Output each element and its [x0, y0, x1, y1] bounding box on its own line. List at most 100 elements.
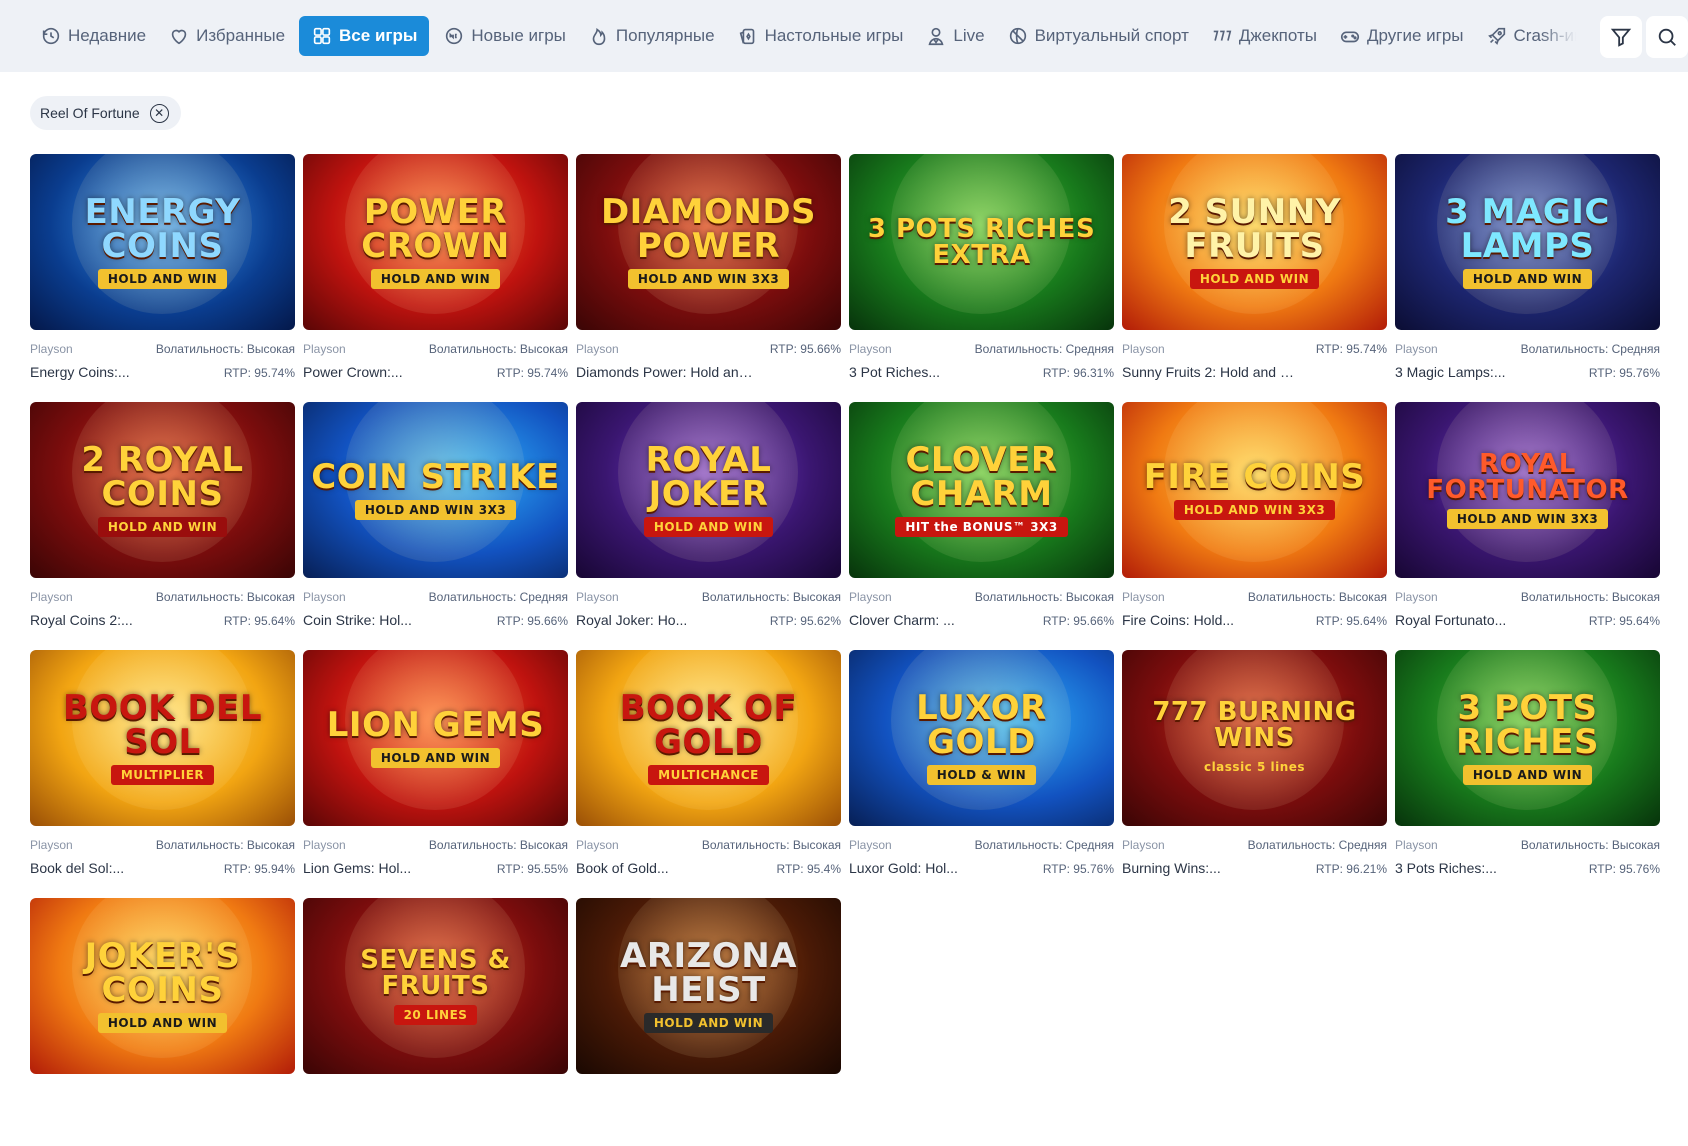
tab-gamepad[interactable]: Другие игры: [1331, 16, 1472, 56]
game-thumbnail[interactable]: ROYAL JOKER HOLD AND WIN: [576, 402, 841, 578]
game-name[interactable]: Sunny Fruits 2: Hold and Win: [1122, 364, 1302, 380]
game-art-title: LION GEMS: [326, 705, 545, 745]
game-name[interactable]: Fire Coins: Hold...: [1122, 612, 1234, 628]
game-thumbnail[interactable]: ROYAL FORTUNATOR HOLD AND WIN 3X3: [1395, 402, 1660, 578]
game-provider: Playson: [303, 342, 346, 356]
game-name[interactable]: Power Crown:...: [303, 364, 403, 380]
tab-rocket[interactable]: Crash-игры: [1478, 16, 1593, 56]
game-card[interactable]: BOOK OF GOLD MULTICHANCE Playson Волатильно…: [576, 650, 841, 898]
game-thumbnail[interactable]: 777 BURNING WINS classic 5 lines: [1122, 650, 1387, 826]
game-thumbnail[interactable]: ARIZONA HEIST HOLD AND WIN: [576, 898, 841, 1074]
game-thumbnail[interactable]: JOKER'S COINS HOLD AND WIN: [30, 898, 295, 1074]
game-card[interactable]: 2 ROYAL COINS HOLD AND WIN Playson Волатиль…: [30, 402, 295, 650]
game-rtp: RTP: 95.76%: [1588, 366, 1660, 380]
game-thumbnail[interactable]: 3 POTS RICHES HOLD AND WIN: [1395, 650, 1660, 826]
game-provider: Playson: [1395, 838, 1438, 852]
tab-flame[interactable]: Популярные: [580, 16, 723, 56]
tab-new-badge[interactable]: Новые игры: [435, 16, 574, 56]
game-art-subtitle: HOLD AND WIN 3X3: [354, 500, 517, 520]
game-art-subtitle: HOLD AND WIN 3X3: [1173, 500, 1336, 520]
game-card[interactable]: BOOK DEL SOL MULTIPLIER Playson Волатильнос…: [30, 650, 295, 898]
game-thumbnail[interactable]: CLOVER CHARM HIT the BONUS™ 3X3: [849, 402, 1114, 578]
game-card[interactable]: FIRE COINS HOLD AND WIN 3X3 Playson Волатил…: [1122, 402, 1387, 650]
tab-grid[interactable]: Все игры: [299, 16, 430, 56]
tab-label: Crash-игры: [1513, 26, 1593, 45]
game-card[interactable]: 3 MAGIC LAMPS HOLD AND WIN Playson Волатиль…: [1395, 154, 1660, 402]
game-card[interactable]: CLOVER CHARM HIT the BONUS™ 3X3 Playson Вол…: [849, 402, 1114, 650]
game-name[interactable]: Royal Fortunato...: [1395, 612, 1506, 628]
game-name[interactable]: Coin Strike: Hol...: [303, 612, 412, 628]
game-thumbnail[interactable]: BOOK DEL SOL MULTIPLIER: [30, 650, 295, 826]
game-thumbnail[interactable]: DIAMONDS POWER HOLD AND WIN 3X3: [576, 154, 841, 330]
game-name[interactable]: Book of Gold...: [576, 860, 669, 876]
game-art-title: SEVENS & FRUITS: [360, 945, 511, 1001]
game-name[interactable]: Energy Coins:...: [30, 364, 130, 380]
game-card[interactable]: 777 BURNING WINS classic 5 lines Playson Во…: [1122, 650, 1387, 898]
game-meta-row: Playson Волатильность: Высокая: [1395, 590, 1660, 604]
game-card[interactable]: 3 POTS RICHES HOLD AND WIN Playson Волатиль…: [1395, 650, 1660, 898]
game-thumbnail[interactable]: 2 SUNNY FRUITS HOLD AND WIN: [1122, 154, 1387, 330]
game-meta-row: Playson Волатильность: Высокая: [303, 838, 568, 852]
tab-clock-history[interactable]: Недавние: [32, 16, 154, 56]
game-name[interactable]: Lion Gems: Hol...: [303, 860, 411, 876]
game-volatility: Волатильность: Высокая: [701, 838, 841, 852]
game-thumbnail[interactable]: 3 POTS RICHES EXTRA: [849, 154, 1114, 330]
game-art-subtitle: HOLD AND WIN 3X3: [1446, 509, 1609, 529]
game-rtp: RTP: 96.31%: [1042, 366, 1114, 380]
game-card[interactable]: 2 SUNNY FRUITS HOLD AND WIN Playson RTP: 95…: [1122, 154, 1387, 402]
game-card[interactable]: 3 POTS RICHES EXTRA Playson Волатильность:…: [849, 154, 1114, 402]
game-meta-row: Playson Волатильность: Высокая: [303, 342, 568, 356]
game-card[interactable]: POWER CROWN HOLD AND WIN Playson Волатильно…: [303, 154, 568, 402]
game-thumbnail[interactable]: FIRE COINS HOLD AND WIN 3X3: [1122, 402, 1387, 578]
game-name[interactable]: Royal Coins 2:...: [30, 612, 133, 628]
game-rtp: RTP: 95.64%: [1588, 614, 1660, 628]
tab-ball[interactable]: Виртуальный спорт: [999, 16, 1197, 56]
game-name[interactable]: Clover Charm: ...: [849, 612, 955, 628]
game-art-title: DIAMONDS POWER: [600, 192, 817, 266]
game-name[interactable]: Burning Wins:...: [1122, 860, 1221, 876]
tab-777[interactable]: Джекпоты: [1203, 16, 1325, 56]
game-thumbnail[interactable]: BOOK OF GOLD MULTICHANCE: [576, 650, 841, 826]
game-card[interactable]: COIN STRIKE HOLD AND WIN 3X3 Playson Волати…: [303, 402, 568, 650]
game-card[interactable]: ARIZONA HEIST HOLD AND WIN: [576, 898, 841, 1146]
game-card[interactable]: SEVENS & FRUITS 20 LINES: [303, 898, 568, 1146]
game-name[interactable]: Diamonds Power: Hold and...: [576, 364, 756, 380]
game-name[interactable]: Book del Sol:...: [30, 860, 124, 876]
filter-button[interactable]: [1600, 16, 1642, 58]
game-thumbnail[interactable]: POWER CROWN HOLD AND WIN: [303, 154, 568, 330]
game-name[interactable]: Royal Joker: Ho...: [576, 612, 687, 628]
game-name[interactable]: 3 Pots Riches:...: [1395, 860, 1497, 876]
game-name[interactable]: 3 Magic Lamps:...: [1395, 364, 1506, 380]
game-rtp: RTP: 95.66%: [1042, 614, 1114, 628]
game-title-row: Royal Joker: Ho... RTP: 95.62%: [576, 612, 841, 628]
game-rtp: RTP: 95.74%: [496, 366, 568, 380]
tab-heart[interactable]: Избранные: [160, 16, 293, 56]
game-card[interactable]: LUXOR GOLD HOLD & WIN Playson Волатильность…: [849, 650, 1114, 898]
tab-label: Live: [953, 26, 985, 45]
close-circle-icon[interactable]: ✕: [149, 103, 169, 123]
game-card[interactable]: ROYAL JOKER HOLD AND WIN Playson Волатильно…: [576, 402, 841, 650]
game-thumbnail[interactable]: SEVENS & FRUITS 20 LINES: [303, 898, 568, 1074]
game-card[interactable]: JOKER'S COINS HOLD AND WIN: [30, 898, 295, 1146]
grid-icon: [311, 25, 333, 47]
tab-dealer[interactable]: Live: [917, 16, 992, 56]
search-button[interactable]: [1646, 16, 1688, 58]
game-card[interactable]: ENERGY COINS HOLD AND WIN Playson Волатильн…: [30, 154, 295, 402]
game-thumbnail[interactable]: 3 MAGIC LAMPS HOLD AND WIN: [1395, 154, 1660, 330]
game-card[interactable]: ROYAL FORTUNATOR HOLD AND WIN 3X3 Playson В…: [1395, 402, 1660, 650]
game-art-subtitle: HOLD AND WIN: [97, 517, 228, 537]
game-name[interactable]: Luxor Gold: Hol...: [849, 860, 958, 876]
game-art-subtitle: MULTIPLIER: [110, 765, 215, 785]
game-provider: Playson: [849, 342, 892, 356]
game-card[interactable]: LION GEMS HOLD AND WIN Playson Волатильност…: [303, 650, 568, 898]
game-thumbnail[interactable]: COIN STRIKE HOLD AND WIN 3X3: [303, 402, 568, 578]
game-thumbnail[interactable]: LION GEMS HOLD AND WIN: [303, 650, 568, 826]
game-name[interactable]: 3 Pot Riches...: [849, 364, 940, 380]
tab-cards[interactable]: Настольные игры: [729, 16, 912, 56]
game-card[interactable]: DIAMONDS POWER HOLD AND WIN 3X3 Playson RTP…: [576, 154, 841, 402]
game-meta-row: Playson Волатильность: Высокая: [576, 838, 841, 852]
game-thumbnail[interactable]: ENERGY COINS HOLD AND WIN: [30, 154, 295, 330]
game-thumbnail[interactable]: 2 ROYAL COINS HOLD AND WIN: [30, 402, 295, 578]
game-thumbnail[interactable]: LUXOR GOLD HOLD & WIN: [849, 650, 1114, 826]
game-volatility: Волатильность: Высокая: [155, 342, 295, 356]
